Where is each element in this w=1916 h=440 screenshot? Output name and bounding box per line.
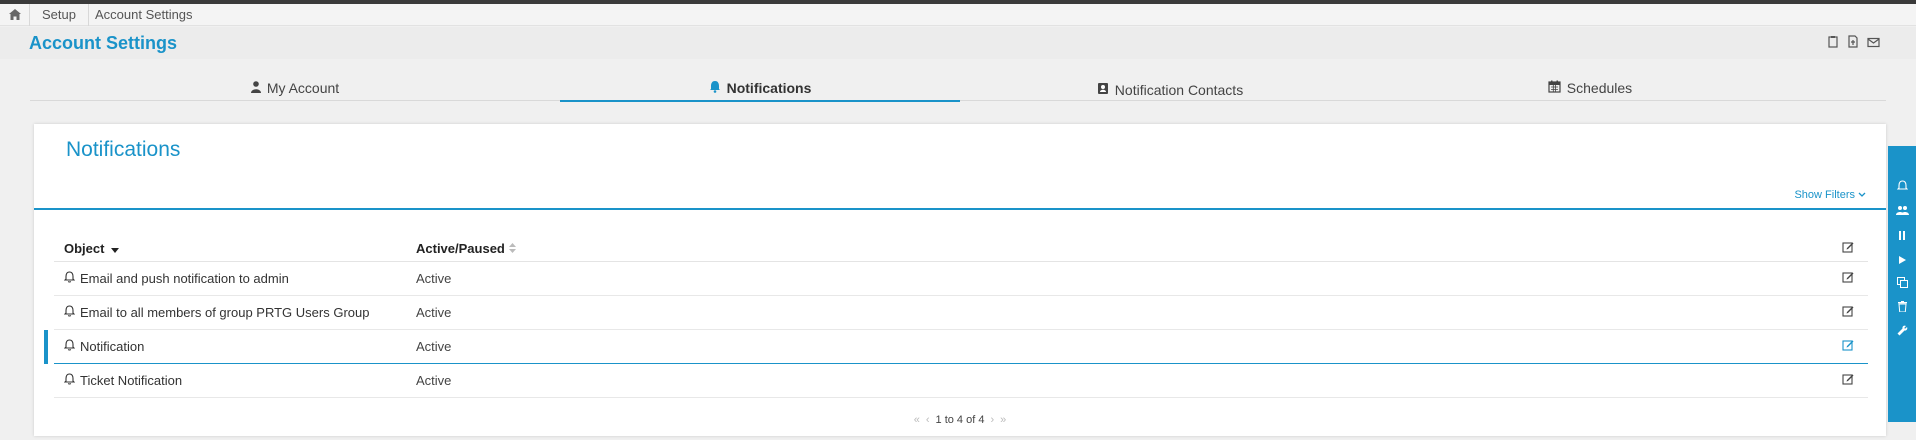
breadcrumb-account-settings[interactable]: Account Settings	[89, 4, 205, 26]
breadcrumb-setup[interactable]: Setup	[30, 3, 89, 26]
tab-schedules[interactable]: Schedules	[1380, 75, 1800, 101]
tab-notifications[interactable]: Notifications	[560, 75, 960, 102]
settings-button[interactable]	[1888, 320, 1916, 344]
next-page-icon[interactable]: ›	[990, 414, 994, 426]
clipboard-icon[interactable]	[1827, 35, 1839, 53]
breadcrumb: Setup Account Settings	[0, 3, 1916, 26]
pagination-text: 1 to 4 of 4	[935, 414, 985, 426]
column-header-object[interactable]: Object	[54, 241, 416, 256]
status-value: Active	[416, 339, 452, 354]
prev-page-icon[interactable]: ‹	[926, 414, 930, 426]
test-notification-button[interactable]	[1888, 176, 1916, 200]
resume-button[interactable]	[1888, 248, 1916, 272]
bell-icon	[63, 271, 76, 286]
status-value: Active	[416, 305, 452, 320]
table-row[interactable]: Email to all members of group PRTG Users…	[54, 296, 1868, 330]
edit-icon	[1842, 305, 1854, 320]
wrench-icon	[1897, 323, 1908, 341]
sort-icon	[508, 241, 516, 256]
home-icon[interactable]	[0, 3, 30, 26]
delete-button[interactable]	[1888, 296, 1916, 320]
edit-button[interactable]	[1828, 339, 1868, 354]
table-header: Object Active/Paused	[54, 236, 1868, 262]
notifications-table: Object Active/Paused Email and push noti…	[44, 236, 1868, 398]
last-page-icon[interactable]: »	[1000, 414, 1006, 426]
multi-edit-button[interactable]	[1828, 241, 1868, 256]
header-actions	[1827, 35, 1880, 53]
trash-icon	[1897, 299, 1907, 317]
user-icon	[250, 80, 261, 96]
notifications-panel: Notifications Show Filters Object Active…	[34, 124, 1886, 436]
pdf-icon[interactable]	[1847, 35, 1859, 53]
page-header: Account Settings	[0, 27, 1916, 59]
clone-button[interactable]	[1888, 272, 1916, 296]
edit-button[interactable]	[1828, 271, 1868, 286]
tab-label: Notification Contacts	[1114, 82, 1244, 98]
panel-divider	[34, 208, 1886, 210]
bell-icon	[63, 305, 76, 320]
clone-icon	[1896, 275, 1908, 293]
edit-button[interactable]	[1828, 373, 1868, 388]
status-value: Active	[416, 373, 452, 388]
edit-icon	[1842, 373, 1854, 388]
notification-name[interactable]: Email to all members of group PRTG Users…	[80, 305, 369, 320]
panel-title: Notifications	[66, 138, 181, 161]
page-title: Account Settings	[29, 33, 178, 53]
tab-label: Schedules	[1566, 80, 1633, 96]
notification-name[interactable]: Notification	[80, 339, 144, 354]
chevron-down-icon	[1858, 189, 1866, 201]
column-label: Object	[64, 241, 105, 256]
tab-my-account[interactable]: My Account	[30, 75, 560, 101]
notification-name[interactable]: Ticket Notification	[80, 373, 182, 388]
tab-notification-contacts[interactable]: Notification Contacts	[960, 77, 1380, 103]
notification-name[interactable]: Email and push notification to admin	[80, 271, 289, 286]
column-header-status[interactable]: Active/Paused	[416, 241, 1828, 256]
users-icon	[1895, 203, 1909, 221]
users-button[interactable]	[1888, 200, 1916, 224]
table-row-selected[interactable]: Notification Active	[44, 330, 1868, 364]
show-filters-link[interactable]: Show Filters	[1794, 189, 1866, 201]
first-page-icon[interactable]: «	[914, 414, 920, 426]
pause-icon	[1898, 227, 1906, 245]
edit-icon	[1842, 339, 1854, 354]
calendar-icon	[1548, 80, 1561, 96]
column-label: Active/Paused	[416, 241, 505, 256]
tab-bar: My Account Notifications Notification Co…	[30, 75, 1886, 103]
play-icon	[1898, 251, 1906, 269]
edit-button[interactable]	[1828, 305, 1868, 320]
sort-desc-icon	[111, 241, 120, 256]
table-row[interactable]: Ticket Notification Active	[54, 364, 1868, 398]
contact-icon	[1097, 82, 1109, 98]
action-sidebar	[1888, 148, 1916, 422]
bell-icon	[1896, 179, 1908, 197]
pause-button[interactable]	[1888, 224, 1916, 248]
status-value: Active	[416, 271, 452, 286]
bell-icon	[709, 80, 721, 96]
bell-icon	[63, 339, 76, 354]
pagination: « ‹ 1 to 4 of 4 › »	[34, 414, 1886, 426]
show-filters-label: Show Filters	[1794, 189, 1855, 201]
tab-label: My Account	[266, 80, 340, 96]
edit-icon	[1842, 241, 1854, 256]
bell-icon	[63, 373, 76, 388]
table-row[interactable]: Email and push notification to admin Act…	[54, 262, 1868, 296]
tab-label: Notifications	[726, 80, 812, 96]
edit-icon	[1842, 271, 1854, 286]
mail-icon[interactable]	[1867, 35, 1880, 53]
